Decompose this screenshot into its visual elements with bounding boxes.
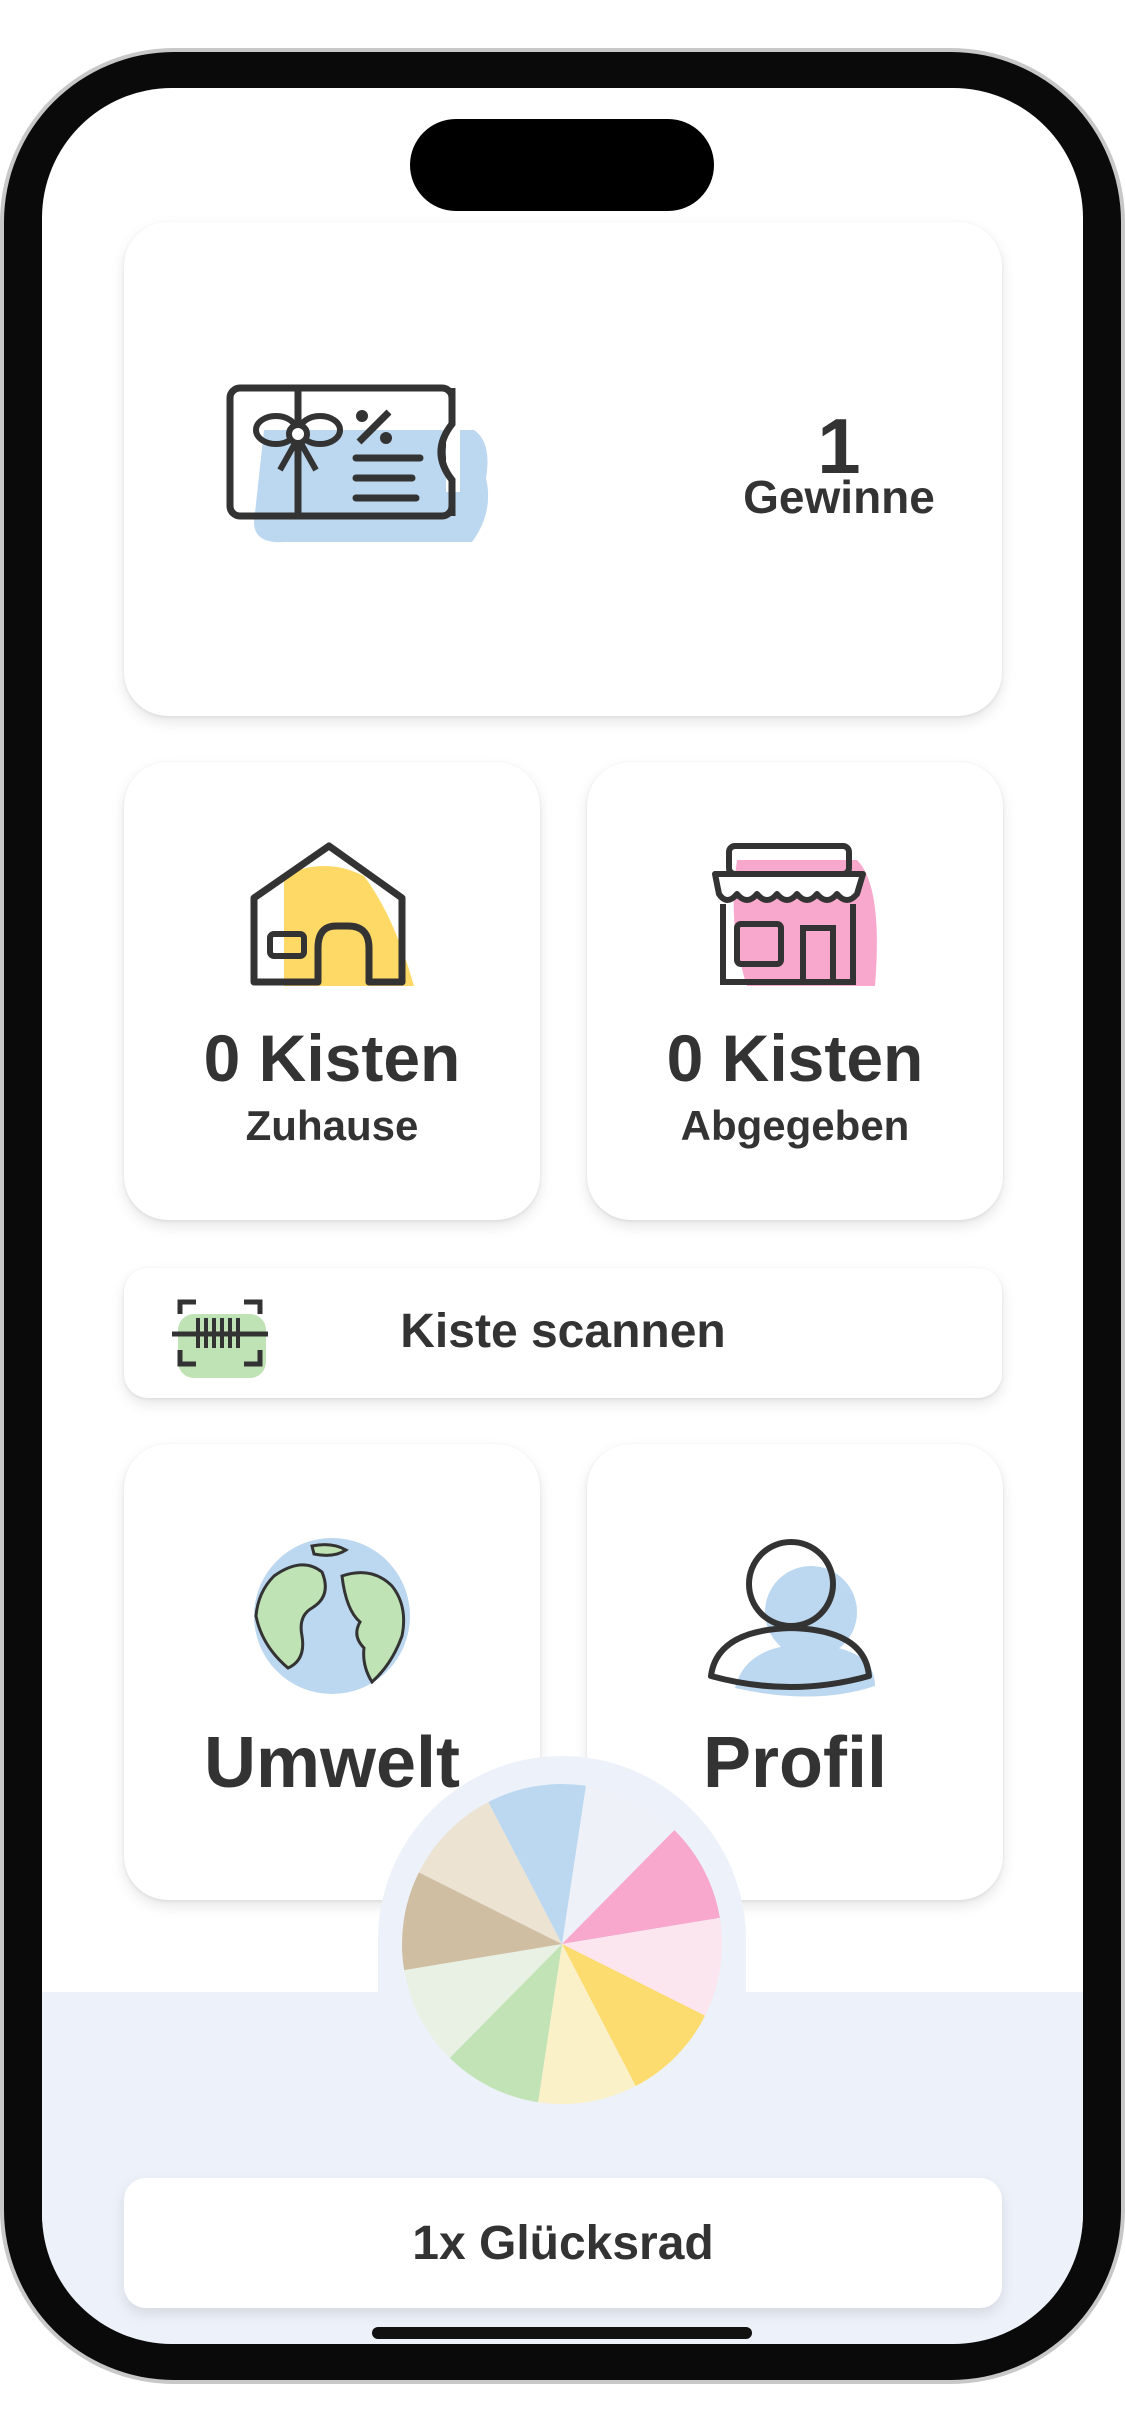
boxes-home-caption: Zuhause (245, 1102, 419, 1149)
store-icon (707, 836, 887, 1001)
home-indicator[interactable] (372, 2327, 752, 2339)
wins-label: Gewinne (743, 471, 935, 523)
dynamic-island (410, 119, 714, 211)
boxes-returned-count: 0 Kisten (666, 1021, 924, 1095)
gift-voucher-icon (224, 382, 494, 557)
boxes-returned-caption: Abgegeben (680, 1102, 910, 1149)
spin-wheel-label: 1x Glücksrad (412, 2217, 714, 2270)
scan-box-label: Kiste scannen (400, 1305, 726, 1358)
boxes-home-card[interactable]: 0 Kisten Zuhause (124, 762, 540, 1220)
wins-card[interactable]: 1 Gewinne (124, 222, 1002, 716)
house-icon (244, 836, 424, 1001)
scan-box-button[interactable]: Kiste scannen (124, 1268, 1002, 1398)
spin-wheel-button[interactable]: 1x Glücksrad (124, 2178, 1002, 2308)
boxes-returned-card[interactable]: 0 Kisten Abgegeben (587, 762, 1003, 1220)
user-icon (705, 1536, 885, 1711)
globe-icon (242, 1536, 422, 1711)
fortune-wheel-icon[interactable] (394, 1776, 730, 2112)
boxes-home-count: 0 Kisten (203, 1021, 461, 1095)
